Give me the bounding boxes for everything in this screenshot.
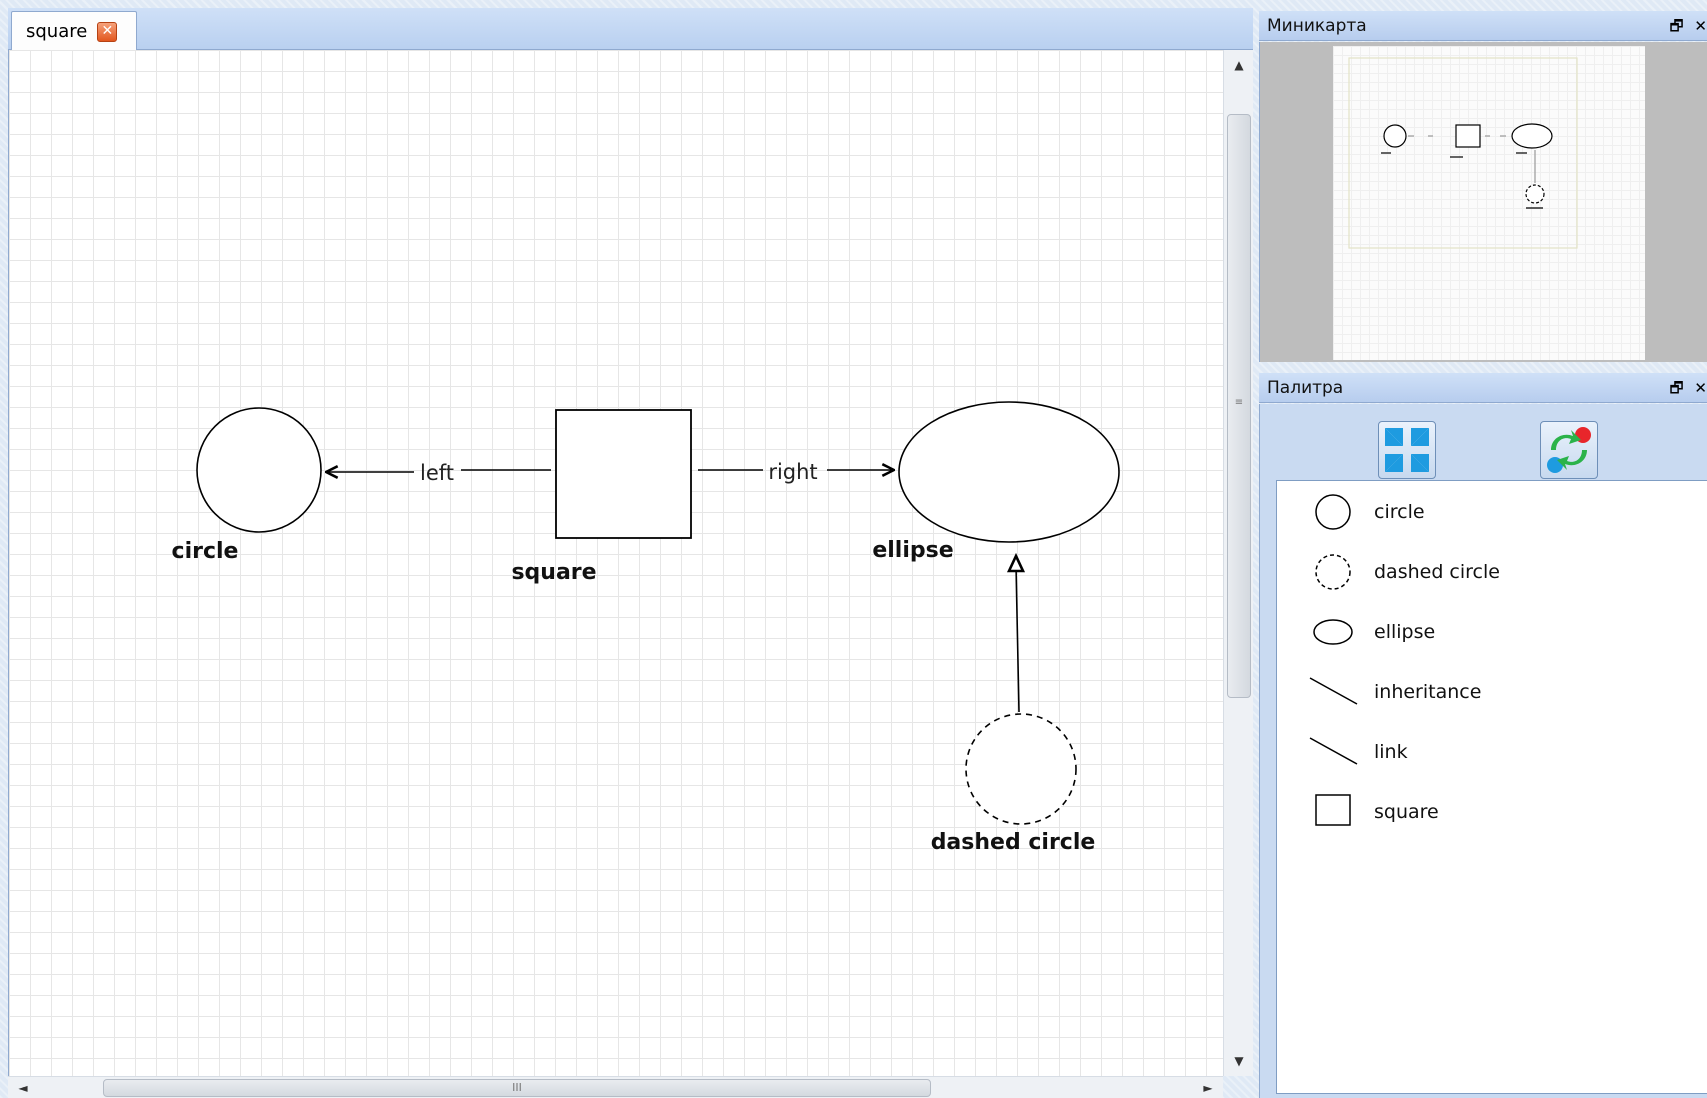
palette-item-label: square [1374, 801, 1439, 823]
node-circle[interactable]: circle [172, 407, 322, 564]
close-icon[interactable]: ✕ [1694, 11, 1707, 41]
node-label-circle: circle [172, 539, 239, 564]
palette-item-square[interactable]: square [1277, 786, 1697, 838]
grip-icon: ≡ [1234, 397, 1244, 408]
vertical-scroll-thumb[interactable]: ≡ [1227, 114, 1251, 698]
node-square[interactable]: square [511, 409, 692, 585]
minimap-panel[interactable] [1259, 42, 1707, 362]
scroll-down-icon[interactable]: ▼ [1224, 1050, 1254, 1072]
node-label-square: square [511, 560, 596, 585]
vertical-scrollbar[interactable]: ▲ ≡ ▼ [1223, 50, 1253, 1076]
edge-left[interactable]: left [326, 461, 551, 485]
minimap-preview[interactable] [1333, 46, 1645, 360]
palette-item-label: circle [1374, 501, 1425, 523]
palette-panel-title: Палитра 🗗 ✕ [1259, 373, 1707, 403]
edge-label-right: right [768, 460, 817, 484]
palette-item-label: dashed circle [1374, 561, 1500, 583]
dashed-circle-shape-icon [1315, 554, 1351, 590]
close-icon[interactable]: ✕ [1694, 373, 1707, 403]
restore-icon[interactable]: 🗗 [1670, 373, 1684, 403]
node-dashed-circle[interactable]: dashed circle [931, 713, 1096, 855]
collapse-tool-button[interactable] [1378, 421, 1436, 479]
palette-item-dashed-circle[interactable]: dashed circle [1277, 546, 1697, 598]
minimap-shapes [1381, 123, 1553, 209]
sync-arrows-icon [1547, 427, 1591, 473]
palette-panel: circle dashed circle ellipse inheritance… [1259, 404, 1707, 1098]
edge-right[interactable]: right [698, 460, 894, 484]
diagram-canvas[interactable]: left right circle square ellipse dashed … [8, 50, 1223, 1076]
square-shape-icon [1315, 794, 1351, 826]
scroll-up-icon[interactable]: ▲ [1224, 54, 1254, 76]
close-icon[interactable]: ✕ [97, 21, 118, 42]
edge-label-left: left [420, 461, 454, 485]
palette-item-label: link [1374, 741, 1408, 763]
palette-item-link[interactable]: link [1277, 726, 1697, 778]
node-ellipse[interactable]: ellipse [872, 401, 1120, 563]
palette-item-label: inheritance [1374, 681, 1482, 703]
diagram-drawing: left right circle square ellipse dashed … [172, 401, 1120, 855]
node-label-ellipse: ellipse [872, 538, 953, 563]
scroll-left-icon[interactable]: ◄ [12, 1077, 34, 1098]
edge-inheritance[interactable] [1006, 552, 1026, 713]
four-arrows-inward-icon [1385, 428, 1429, 472]
link-line-icon [1309, 737, 1358, 765]
ellipse-shape-icon [1313, 619, 1353, 645]
restore-icon[interactable]: 🗗 [1670, 11, 1684, 41]
minimap-drawing [1348, 57, 1578, 249]
circle-shape-icon [1315, 494, 1351, 530]
tab-label: square [26, 21, 88, 42]
palette-title-text: Палитра [1267, 378, 1344, 398]
tab-square[interactable]: square ✕ [11, 11, 137, 51]
palette-item-ellipse[interactable]: ellipse [1277, 606, 1697, 658]
palette-item-label: ellipse [1374, 621, 1436, 643]
horizontal-scrollbar[interactable]: ◄ III ► [8, 1076, 1223, 1098]
palette-item-inheritance[interactable]: inheritance [1277, 666, 1697, 718]
inheritance-line-icon [1309, 677, 1358, 705]
minimap-title-text: Миникарта [1267, 16, 1367, 36]
palette-item-list[interactable]: circle dashed circle ellipse inheritance… [1276, 480, 1707, 1094]
palette-item-circle[interactable]: circle [1277, 486, 1697, 538]
document-tab-strip: square ✕ [8, 8, 1253, 51]
minimap-panel-title: Миникарта 🗗 ✕ [1259, 11, 1707, 41]
node-label-dashed-circle: dashed circle [931, 830, 1096, 855]
horizontal-scroll-thumb[interactable]: III [103, 1079, 931, 1097]
scroll-right-icon[interactable]: ► [1197, 1077, 1219, 1098]
refresh-tool-button[interactable] [1540, 421, 1598, 479]
